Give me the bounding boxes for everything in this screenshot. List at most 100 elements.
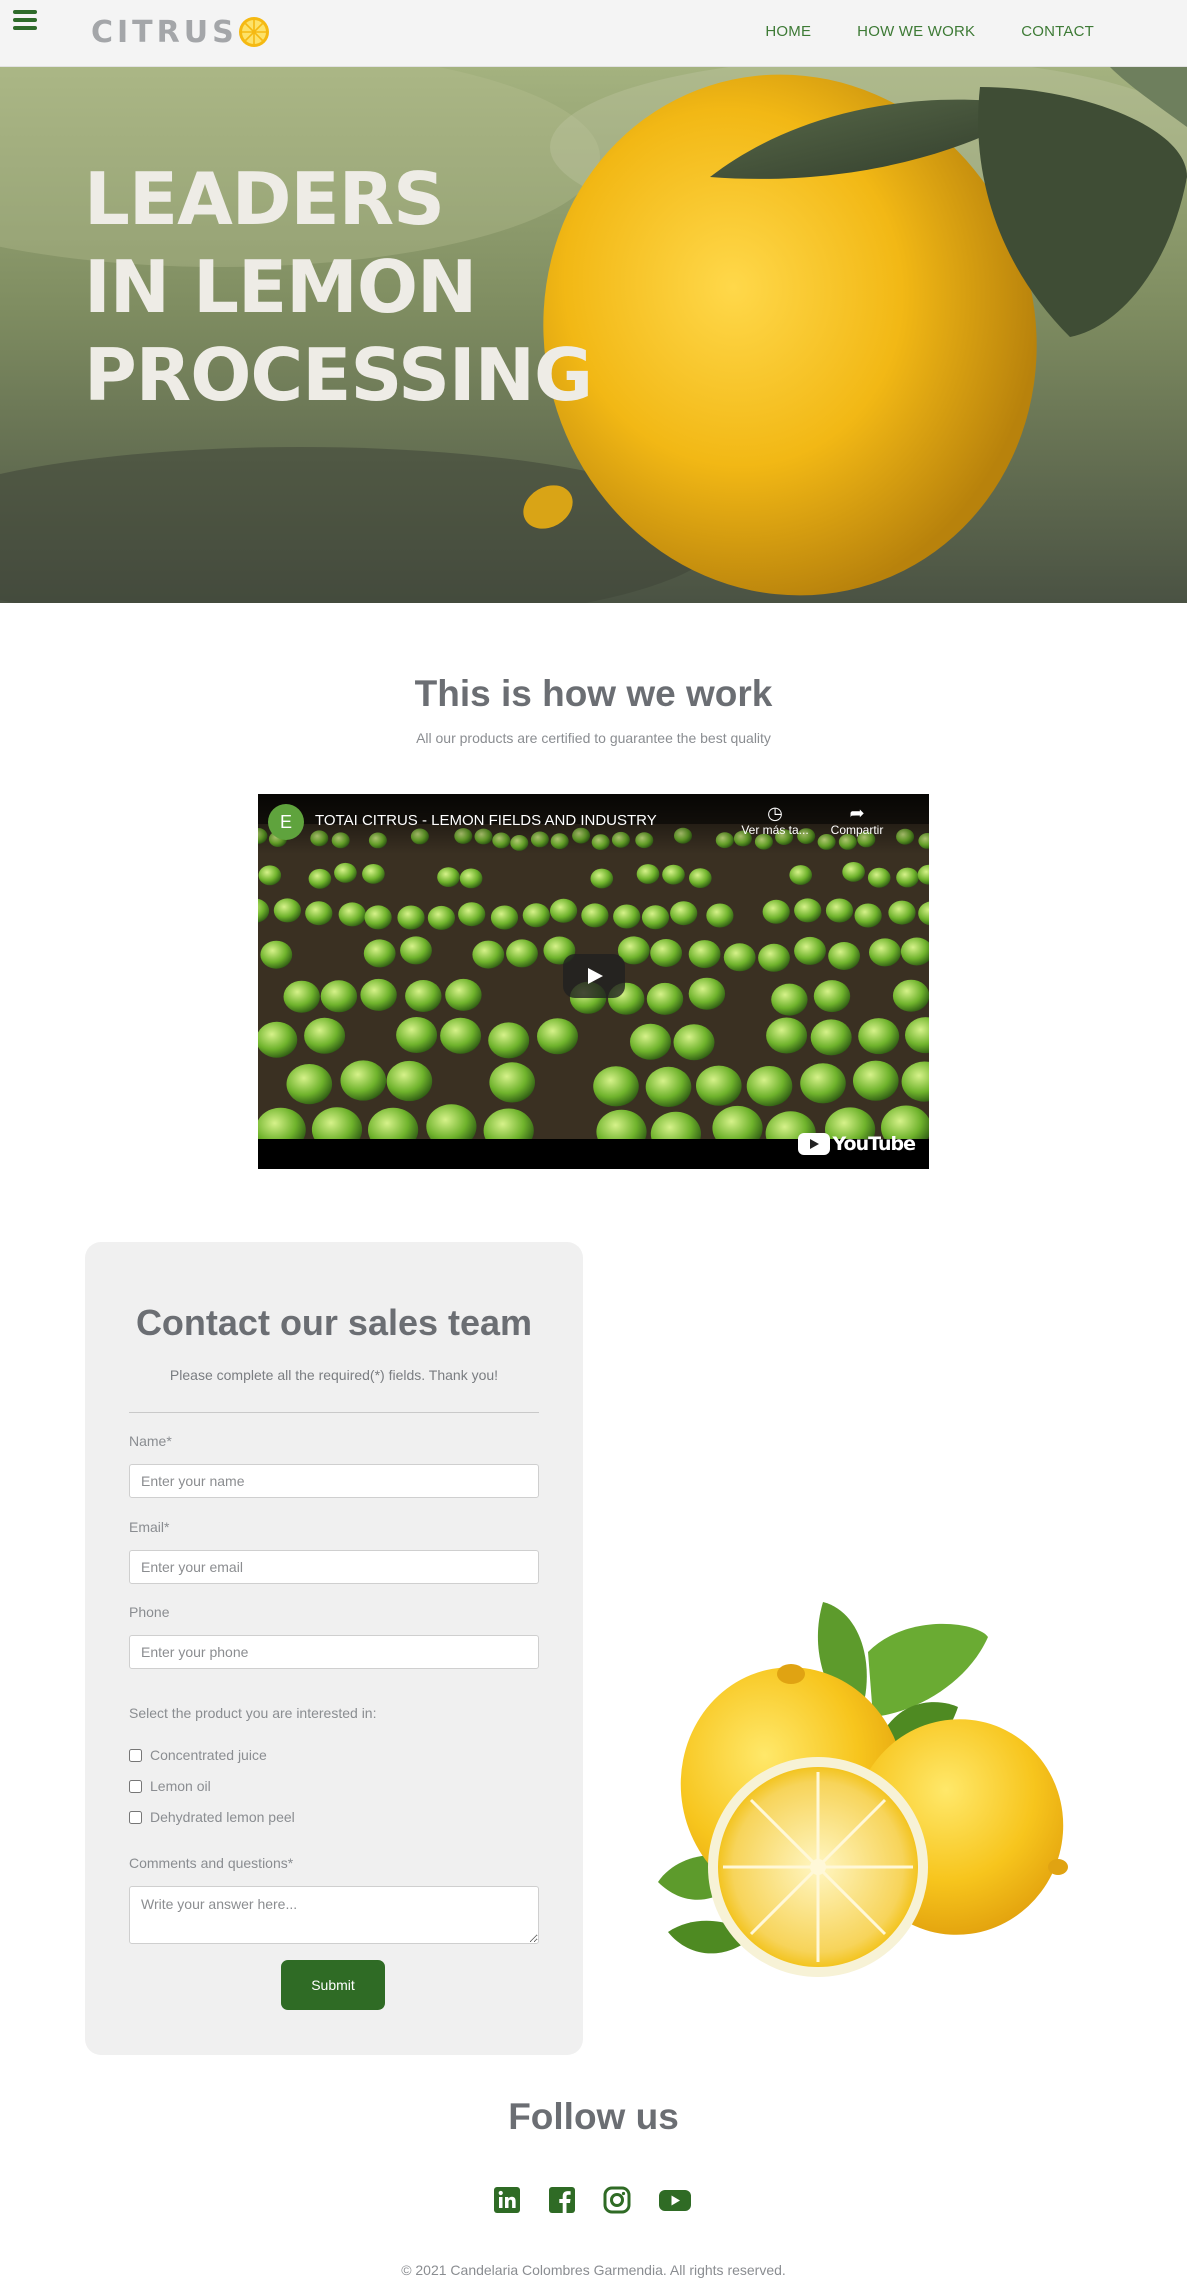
- nav-contact[interactable]: CONTACT: [1021, 23, 1094, 40]
- lime: [892, 979, 929, 1012]
- divider: [129, 1412, 539, 1413]
- work-section-title: This is how we work: [414, 673, 773, 714]
- contact-form: Contact our sales team Please complete a…: [85, 1242, 583, 2055]
- lime: [489, 1062, 535, 1103]
- concentrated-juice-checkbox[interactable]: [129, 1748, 142, 1762]
- lime: [506, 939, 538, 968]
- lime: [472, 940, 505, 969]
- youtube-icon[interactable]: [658, 2186, 692, 2214]
- lime: [283, 980, 320, 1013]
- share-icon: ➦: [849, 803, 865, 823]
- lime: [688, 977, 726, 1010]
- lime: [746, 1066, 793, 1107]
- youtube-logo[interactable]: YouTube: [797, 1133, 916, 1155]
- lime: [645, 1066, 692, 1107]
- lime: [522, 903, 550, 928]
- lime: [689, 868, 712, 888]
- share-label: Compartir: [830, 823, 884, 837]
- linkedin-icon[interactable]: [493, 2186, 521, 2214]
- hero-line-1: LEADERS: [84, 157, 445, 241]
- product-option-lemon-oil[interactable]: Lemon oil: [129, 1778, 211, 1794]
- product-option-dehydrated-lemon-peel[interactable]: Dehydrated lemon peel: [129, 1809, 295, 1825]
- product-option-concentrated-juice[interactable]: Concentrated juice: [129, 1747, 267, 1763]
- channel-avatar[interactable]: E: [268, 804, 304, 840]
- lime: [458, 902, 486, 927]
- name-label: Name*: [129, 1433, 172, 1449]
- lime: [613, 904, 641, 929]
- product-prompt: Select the product you are interested in…: [129, 1705, 377, 1721]
- lime: [260, 940, 293, 969]
- lime: [396, 1017, 438, 1053]
- lime: [858, 1018, 900, 1055]
- lime: [440, 1017, 482, 1054]
- lime: [308, 868, 332, 889]
- lime: [825, 898, 854, 923]
- lime: [794, 936, 826, 965]
- lime: [386, 1060, 433, 1102]
- lime: [490, 905, 519, 930]
- video-player[interactable]: E TOTAI CITRUS - LEMON FIELDS AND INDUST…: [258, 794, 929, 1169]
- lime: [338, 902, 366, 927]
- lime: [828, 942, 860, 970]
- lime: [789, 865, 812, 885]
- youtube-wordmark: YouTube: [832, 1133, 916, 1155]
- lime: [334, 862, 357, 883]
- instagram-icon[interactable]: [603, 2186, 631, 2214]
- dehydrated-lemon-peel-checkbox[interactable]: [129, 1810, 142, 1824]
- hero-heading: LEADERS IN LEMON PROCESSING: [84, 155, 593, 419]
- lime: [867, 867, 891, 888]
- lime: [670, 901, 698, 926]
- phone-input[interactable]: [129, 1635, 539, 1669]
- lime: [636, 864, 660, 884]
- play-icon[interactable]: [563, 954, 625, 998]
- concentrated-juice-label: Concentrated juice: [150, 1747, 267, 1763]
- contact-subtitle: Please complete all the required(*) fiel…: [169, 1367, 499, 1383]
- menu-icon[interactable]: [13, 10, 37, 30]
- video-title[interactable]: TOTAI CITRUS - LEMON FIELDS AND INDUSTRY: [315, 812, 657, 829]
- lime: [706, 903, 734, 928]
- lime: [794, 898, 822, 923]
- lime: [641, 905, 670, 930]
- lime: [842, 862, 865, 882]
- site-logo[interactable]: CITRUS: [91, 14, 270, 50]
- work-section-subtitle: All our products are certified to guaran…: [416, 730, 771, 746]
- lime: [273, 898, 301, 923]
- lime: [305, 901, 333, 926]
- lime: [362, 864, 385, 884]
- submit-button[interactable]: Submit: [281, 1960, 385, 2010]
- contact-title: Contact our sales team: [135, 1302, 533, 1343]
- email-input[interactable]: [129, 1550, 539, 1584]
- lime: [853, 1060, 899, 1101]
- copyright-text: © 2021 Candelaria Colombres Garmendia. A…: [401, 2262, 786, 2278]
- lime: [673, 1024, 715, 1061]
- lime: [800, 1063, 846, 1104]
- name-input[interactable]: [129, 1464, 539, 1498]
- comments-textarea[interactable]: [129, 1886, 539, 1944]
- lemon-oil-label: Lemon oil: [150, 1778, 211, 1794]
- nav-home[interactable]: HOME: [765, 23, 811, 40]
- lime: [397, 905, 425, 930]
- lemon-oil-checkbox[interactable]: [129, 1779, 142, 1793]
- follow-us-title: Follow us: [508, 2096, 679, 2137]
- lime: [813, 980, 851, 1013]
- lime: [459, 868, 483, 889]
- facebook-icon[interactable]: [548, 2186, 576, 2214]
- lime: [593, 1066, 639, 1107]
- lime: [437, 867, 460, 887]
- main-nav: HOME HOW WE WORK CONTACT: [765, 23, 1094, 40]
- lime: [400, 936, 432, 965]
- lime: [758, 943, 790, 972]
- lime: [258, 1021, 298, 1058]
- lime: [488, 1022, 530, 1059]
- dehydrated-lemon-peel-label: Dehydrated lemon peel: [150, 1809, 295, 1825]
- site-header: CITRUS HOME HOW WE WORK CONTACT: [0, 0, 1187, 67]
- lime: [445, 978, 482, 1011]
- lime: [896, 867, 919, 888]
- youtube-play-badge-icon: [797, 1133, 830, 1155]
- nav-how-we-work[interactable]: HOW WE WORK: [857, 23, 975, 40]
- watch-later-button[interactable]: ◷ Ver más ta...: [740, 803, 810, 837]
- lime: [360, 978, 397, 1011]
- lime: [304, 1017, 346, 1054]
- lime: [590, 868, 614, 889]
- share-button[interactable]: ➦ Compartir: [822, 803, 892, 837]
